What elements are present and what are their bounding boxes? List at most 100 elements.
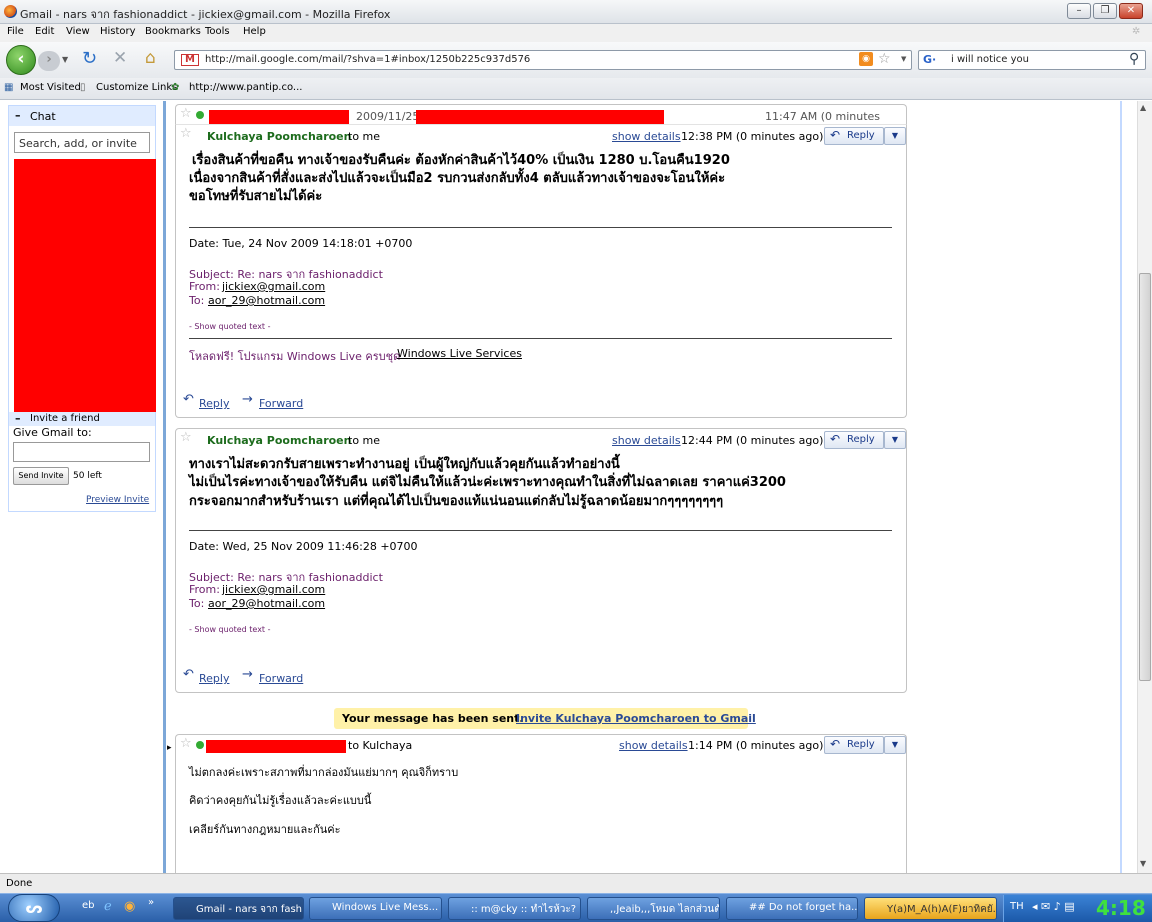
star-icon[interactable]: ☆ <box>180 430 192 445</box>
google-engine-icon[interactable]: G· <box>923 53 936 66</box>
more-options-dropdown-icon[interactable]: ▼ <box>884 127 906 145</box>
chat-search-input[interactable]: Search, add, or invite <box>14 132 150 153</box>
bookmark-pantip[interactable]: http://www.pantip.co... <box>189 82 302 93</box>
chat-header[interactable]: – Chat <box>9 106 155 126</box>
show-details-link[interactable]: show details <box>612 130 681 143</box>
forward-icon[interactable]: → <box>242 392 253 407</box>
search-input[interactable]: i will notice you <box>951 54 1029 65</box>
reload-icon[interactable]: ↻ <box>82 48 97 69</box>
sent-notice-banner: Your message has been sent. Invite Kulch… <box>334 708 756 729</box>
invite-to-gmail-link[interactable]: Invite Kulchaya Poomcharoen to Gmail <box>516 712 756 725</box>
tray-icons[interactable]: ◂ ✉ ♪ ▤ <box>1032 900 1075 913</box>
rss-feed-icon[interactable]: ◉ <box>859 52 873 66</box>
forward-icon[interactable]: → <box>242 667 253 682</box>
history-dropdown-icon[interactable]: ▼ <box>62 55 68 64</box>
star-icon[interactable]: ☆ <box>180 736 192 751</box>
quoted-from-email-link[interactable]: jickiex@gmail.com <box>222 583 325 596</box>
recipient-label: to me <box>348 130 381 143</box>
task-button[interactable]: :: m@cky :: ทำไรห้วะ? ... <box>448 897 581 920</box>
task-button[interactable]: Y(a)M_A(h)A(F)ยาทิคยั... <box>864 897 997 920</box>
language-indicator-icon[interactable]: TH <box>1010 901 1024 912</box>
forward-link[interactable]: Forward <box>259 397 303 410</box>
menu-help[interactable]: Help <box>243 26 266 37</box>
stop-icon[interactable]: ✕ <box>113 48 127 68</box>
menu-history[interactable]: History <box>100 26 136 37</box>
task-button[interactable]: Windows Live Mess... <box>309 897 442 920</box>
reply-button[interactable]: ↶ Reply <box>824 431 884 449</box>
quoted-from-email-link[interactable]: jickiex@gmail.com <box>222 280 325 293</box>
show-quoted-text-link[interactable]: - Show quoted text - <box>189 625 271 634</box>
sender-name[interactable]: Kulchaya Poomcharoen <box>207 130 351 143</box>
sender-name[interactable]: Kulchaya Poomcharoen <box>207 434 351 447</box>
firefox-quicklaunch-icon[interactable]: ◉ <box>124 899 135 914</box>
url-bar[interactable]: M http://mail.google.com/mail/?shva=1#in… <box>174 50 912 70</box>
menu-edit[interactable]: Edit <box>35 26 54 37</box>
bookmark-star-icon[interactable]: ☆ <box>878 51 891 67</box>
quoted-to-label: To: <box>189 294 205 307</box>
home-icon[interactable]: ⌂ <box>145 48 156 68</box>
ie-icon[interactable]: ℯ <box>104 899 112 914</box>
more-options-dropdown-icon[interactable]: ▼ <box>884 736 906 754</box>
invite-email-input[interactable] <box>13 442 150 462</box>
forward-button[interactable]: › <box>38 51 60 71</box>
first-message-date: 2009/11/25 <box>356 110 420 123</box>
reply-icon[interactable]: ↶ <box>183 392 194 407</box>
quoted-date: Date: Wed, 25 Nov 2009 11:46:28 +0700 <box>189 540 418 553</box>
reply-link[interactable]: Reply <box>199 397 229 410</box>
chat-panel: – Chat Search, add, or invite – Invite a… <box>8 105 156 512</box>
show-details-link[interactable]: show details <box>612 434 681 447</box>
url-text[interactable]: http://mail.google.com/mail/?shva=1#inbo… <box>205 54 530 65</box>
forward-link[interactable]: Forward <box>259 672 303 685</box>
url-dropdown-icon[interactable]: ▼ <box>901 55 906 63</box>
star-icon[interactable]: ☆ <box>180 106 192 121</box>
menu-tools[interactable]: Tools <box>205 26 230 37</box>
back-button[interactable]: ‹ <box>6 45 36 75</box>
message-time: 1:14 PM (0 minutes ago) <box>688 739 824 752</box>
close-icon[interactable]: ✕ <box>1119 3 1143 19</box>
scroll-down-icon[interactable]: ▼ <box>1140 859 1146 868</box>
ebay-icon[interactable]: eb <box>82 900 95 911</box>
status-bar: Done <box>0 873 1152 893</box>
menu-file[interactable]: File <box>7 26 24 37</box>
menu-view[interactable]: View <box>66 26 90 37</box>
send-invite-button[interactable]: Send Invite <box>13 467 69 485</box>
vertical-scrollbar[interactable]: ▲ ▼ <box>1137 101 1152 873</box>
message-card: ☆ to Kulchaya show details 1:14 PM (0 mi… <box>175 734 907 884</box>
chat-search-placeholder: Search, add, or invite <box>19 137 137 150</box>
message-card: ☆ Kulchaya Poomcharoen to me show detail… <box>175 428 907 693</box>
quicklaunch-more-icon[interactable]: » <box>148 897 154 908</box>
task-button[interactable]: ## Do not forget ha... <box>726 897 858 920</box>
more-options-dropdown-icon[interactable]: ▼ <box>884 431 906 449</box>
start-button[interactable]: ᔕ <box>8 894 60 922</box>
invite-header[interactable]: – Invite a friend <box>9 412 155 426</box>
recipient-label: to Kulchaya <box>348 739 413 752</box>
reply-button[interactable]: ↶ Reply <box>824 736 884 754</box>
star-icon[interactable]: ☆ <box>180 126 192 141</box>
window-title: Gmail - nars จาก fashionaddict - jickiex… <box>20 8 391 21</box>
search-icon[interactable]: ⚲ <box>1129 51 1139 67</box>
quoted-to-email-link[interactable]: aor_29@hotmail.com <box>208 597 325 610</box>
show-details-link[interactable]: show details <box>619 739 688 752</box>
maximize-icon[interactable]: ❐ <box>1093 3 1117 19</box>
invite-collapse-icon[interactable]: – <box>15 412 21 425</box>
windows-live-link[interactable]: Windows Live Services <box>397 347 522 360</box>
quoted-to-email-link[interactable]: aor_29@hotmail.com <box>208 294 325 307</box>
preview-invite-link[interactable]: Preview Invite <box>86 495 149 505</box>
bookmark-customize-links[interactable]: Customize Links <box>96 82 177 93</box>
invite-header-label: Invite a friend <box>30 413 100 424</box>
scroll-up-icon[interactable]: ▲ <box>1140 103 1146 112</box>
collapse-icon[interactable]: – <box>15 109 21 122</box>
task-button[interactable]: ,,Jeaib,,,โหมด ไลกส่วนตั... <box>587 897 720 920</box>
minimize-icon[interactable]: – <box>1067 3 1091 19</box>
scrollbar-thumb[interactable] <box>1139 273 1151 681</box>
search-bar[interactable]: G· i will notice you ⚲ <box>918 50 1146 70</box>
bookmark-most-visited[interactable]: Most Visited <box>20 82 81 93</box>
menu-bookmarks[interactable]: Bookmarks <box>145 26 201 37</box>
task-button[interactable]: Gmail - nars จาก fash... <box>173 897 304 920</box>
reply-button[interactable]: ↶ Reply <box>824 127 884 145</box>
reply-link[interactable]: Reply <box>199 672 229 685</box>
show-quoted-text-link[interactable]: - Show quoted text - <box>189 322 271 331</box>
reply-icon[interactable]: ↶ <box>183 667 194 682</box>
message-body-line: เคลียร์กันทางกฎหมายและกันค่ะ <box>189 823 341 836</box>
collapsed-message-header[interactable]: ☆ 2009/11/25 11:47 AM (0 minutes ago) <box>175 104 907 136</box>
